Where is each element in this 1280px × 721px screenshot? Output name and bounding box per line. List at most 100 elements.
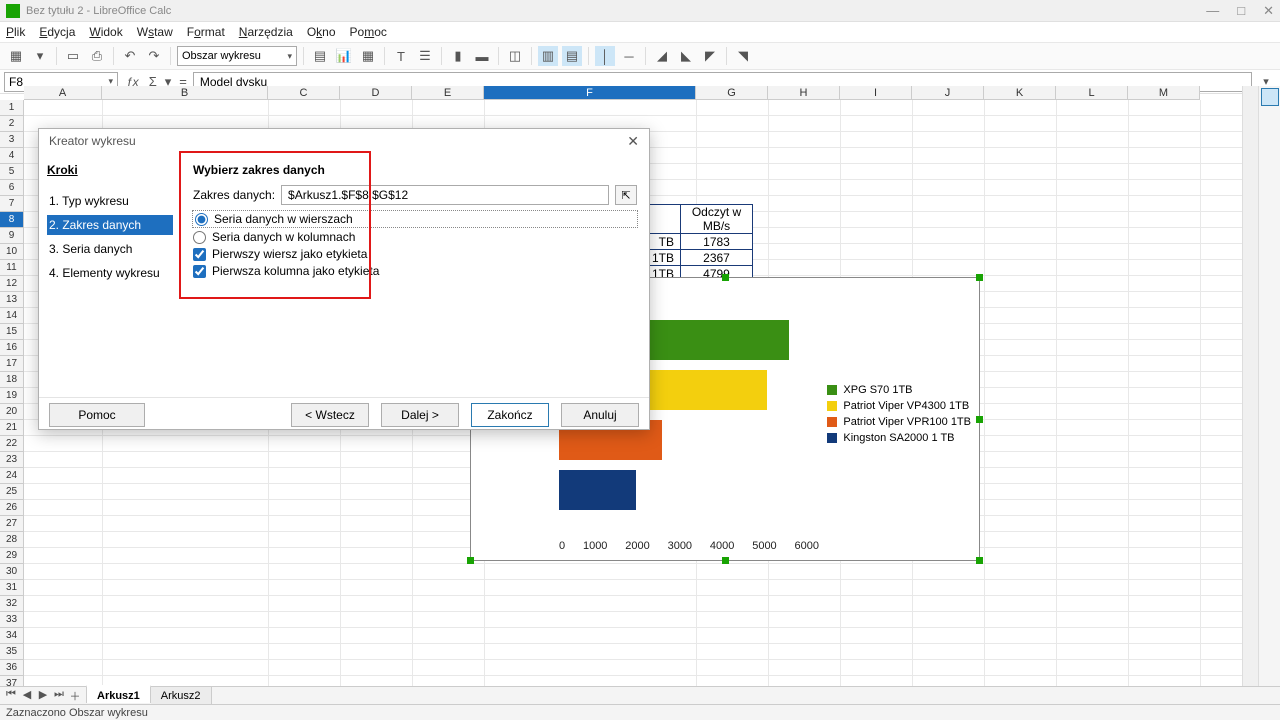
maximize-icon[interactable]: □ [1237, 3, 1245, 19]
tab-prev-icon[interactable]: ◀ [20, 688, 34, 704]
first-row-label-checkbox[interactable] [193, 248, 206, 261]
column-header[interactable]: E [412, 86, 484, 100]
column-header[interactable]: B [102, 86, 268, 100]
new-icon[interactable]: ▭ [63, 46, 83, 66]
format-selection-btn-icon[interactable]: ▤ [310, 46, 330, 66]
menu-okno[interactable]: Okno [307, 25, 336, 39]
column-header[interactable]: M [1128, 86, 1200, 100]
bar-chart-icon[interactable]: ▮ [448, 46, 468, 66]
hbar-chart-icon[interactable]: ▬ [472, 46, 492, 66]
tab-next-icon[interactable]: ▶ [36, 688, 50, 704]
column-header[interactable]: F [484, 86, 696, 100]
series-rows-radio[interactable] [195, 213, 208, 226]
dialog-titlebar[interactable]: Kreator wykresu ✕ [39, 129, 649, 153]
row-header[interactable]: 15 [0, 324, 24, 340]
titles-icon[interactable]: T [391, 46, 411, 66]
row-header[interactable]: 32 [0, 596, 24, 612]
row-headers[interactable]: 1234567891011121314151617181920212223242… [0, 100, 24, 686]
row-header[interactable]: 28 [0, 532, 24, 548]
first-col-label-checkbox[interactable] [193, 265, 206, 278]
menu-edycja[interactable]: Edycja [39, 25, 75, 39]
row-header[interactable]: 5 [0, 164, 24, 180]
grid-vertical-icon[interactable]: ▥ [538, 46, 558, 66]
column-header[interactable]: G [696, 86, 768, 100]
sidebar-properties-icon[interactable] [1261, 88, 1279, 106]
column-headers[interactable]: ABCDEFGHIJKLM [24, 86, 1242, 100]
column-header[interactable]: J [912, 86, 984, 100]
3d-icon[interactable]: ◫ [505, 46, 525, 66]
column-header[interactable]: L [1056, 86, 1128, 100]
row-header[interactable]: 21 [0, 420, 24, 436]
redo-icon[interactable]: ↷ [144, 46, 164, 66]
menu-wstaw[interactable]: Wstaw [137, 25, 173, 39]
tab-first-icon[interactable]: ⏮ [4, 688, 18, 704]
row-header[interactable]: 26 [0, 500, 24, 516]
row-header[interactable]: 34 [0, 628, 24, 644]
row-header[interactable]: 11 [0, 260, 24, 276]
row-header[interactable]: 31 [0, 580, 24, 596]
stat2-icon[interactable]: ◣ [676, 46, 696, 66]
menu-pomoc[interactable]: Pomoc [350, 25, 387, 39]
axis-y-icon[interactable]: │ [595, 46, 615, 66]
column-header[interactable]: A [24, 86, 102, 100]
next-button[interactable]: Dalej > [381, 403, 459, 427]
row-header[interactable]: 12 [0, 276, 24, 292]
column-header[interactable]: I [840, 86, 912, 100]
row-header[interactable]: 36 [0, 660, 24, 676]
menu-narzędzia[interactable]: Narzędzia [239, 25, 293, 39]
row-header[interactable]: 22 [0, 436, 24, 452]
stat3-icon[interactable]: ◤ [700, 46, 720, 66]
column-header[interactable]: K [984, 86, 1056, 100]
tab-add-icon[interactable]: ＋ [68, 688, 82, 704]
menu-plik[interactable]: Plik [6, 25, 25, 39]
undo-icon[interactable]: ↶ [120, 46, 140, 66]
row-header[interactable]: 1 [0, 100, 24, 116]
row-header[interactable]: 8 [0, 212, 24, 228]
help-button[interactable]: Pomoc [49, 403, 145, 427]
grid-horizontal-icon[interactable]: ▤ [562, 46, 582, 66]
menu-format[interactable]: Format [187, 25, 225, 39]
row-header[interactable]: 24 [0, 468, 24, 484]
row-header[interactable]: 30 [0, 564, 24, 580]
vertical-scrollbar[interactable] [1242, 86, 1258, 686]
resize-handle[interactable] [467, 557, 474, 564]
sheet-tab[interactable]: Arkusz1 [86, 685, 151, 703]
row-header[interactable]: 29 [0, 548, 24, 564]
row-header[interactable]: 25 [0, 484, 24, 500]
row-header[interactable]: 35 [0, 644, 24, 660]
row-header[interactable]: 33 [0, 612, 24, 628]
print-icon[interactable]: ⎙ [87, 46, 107, 66]
wizard-step[interactable]: 4. Elementy wykresu [47, 263, 173, 283]
row-header[interactable]: 10 [0, 244, 24, 260]
row-header[interactable]: 16 [0, 340, 24, 356]
back-button[interactable]: < Wstecz [291, 403, 369, 427]
finish-button[interactable]: Zakończ [471, 403, 549, 427]
range-picker-icon[interactable]: ⇱ [615, 185, 637, 205]
resize-handle[interactable] [976, 416, 983, 423]
wizard-step[interactable]: 3. Seria danych [47, 239, 173, 259]
dialog-close-icon[interactable]: ✕ [627, 133, 639, 150]
close-icon[interactable]: ✕ [1263, 3, 1274, 19]
chart-area-select[interactable]: Obszar wykresu [177, 46, 297, 66]
chart-type-icon[interactable]: ▾ [30, 46, 50, 66]
tab-last-icon[interactable]: ⏭ [52, 688, 66, 704]
row-header[interactable]: 13 [0, 292, 24, 308]
resize-handle[interactable] [976, 557, 983, 564]
column-header[interactable]: H [768, 86, 840, 100]
chart-data-table-icon[interactable]: ▦ [358, 46, 378, 66]
series-cols-radio[interactable] [193, 231, 206, 244]
row-header[interactable]: 19 [0, 388, 24, 404]
row-header[interactable]: 6 [0, 180, 24, 196]
data-range-input[interactable] [281, 185, 609, 205]
column-header[interactable]: C [268, 86, 340, 100]
row-header[interactable]: 2 [0, 116, 24, 132]
sheet-tab[interactable]: Arkusz2 [151, 687, 212, 705]
wizard-step[interactable]: 1. Typ wykresu [47, 191, 173, 211]
column-header[interactable]: D [340, 86, 412, 100]
resize-handle[interactable] [722, 274, 729, 281]
cancel-button[interactable]: Anuluj [561, 403, 639, 427]
row-header[interactable]: 23 [0, 452, 24, 468]
row-header[interactable]: 37 [0, 676, 24, 686]
legend-icon[interactable]: ☰ [415, 46, 435, 66]
row-header[interactable]: 3 [0, 132, 24, 148]
